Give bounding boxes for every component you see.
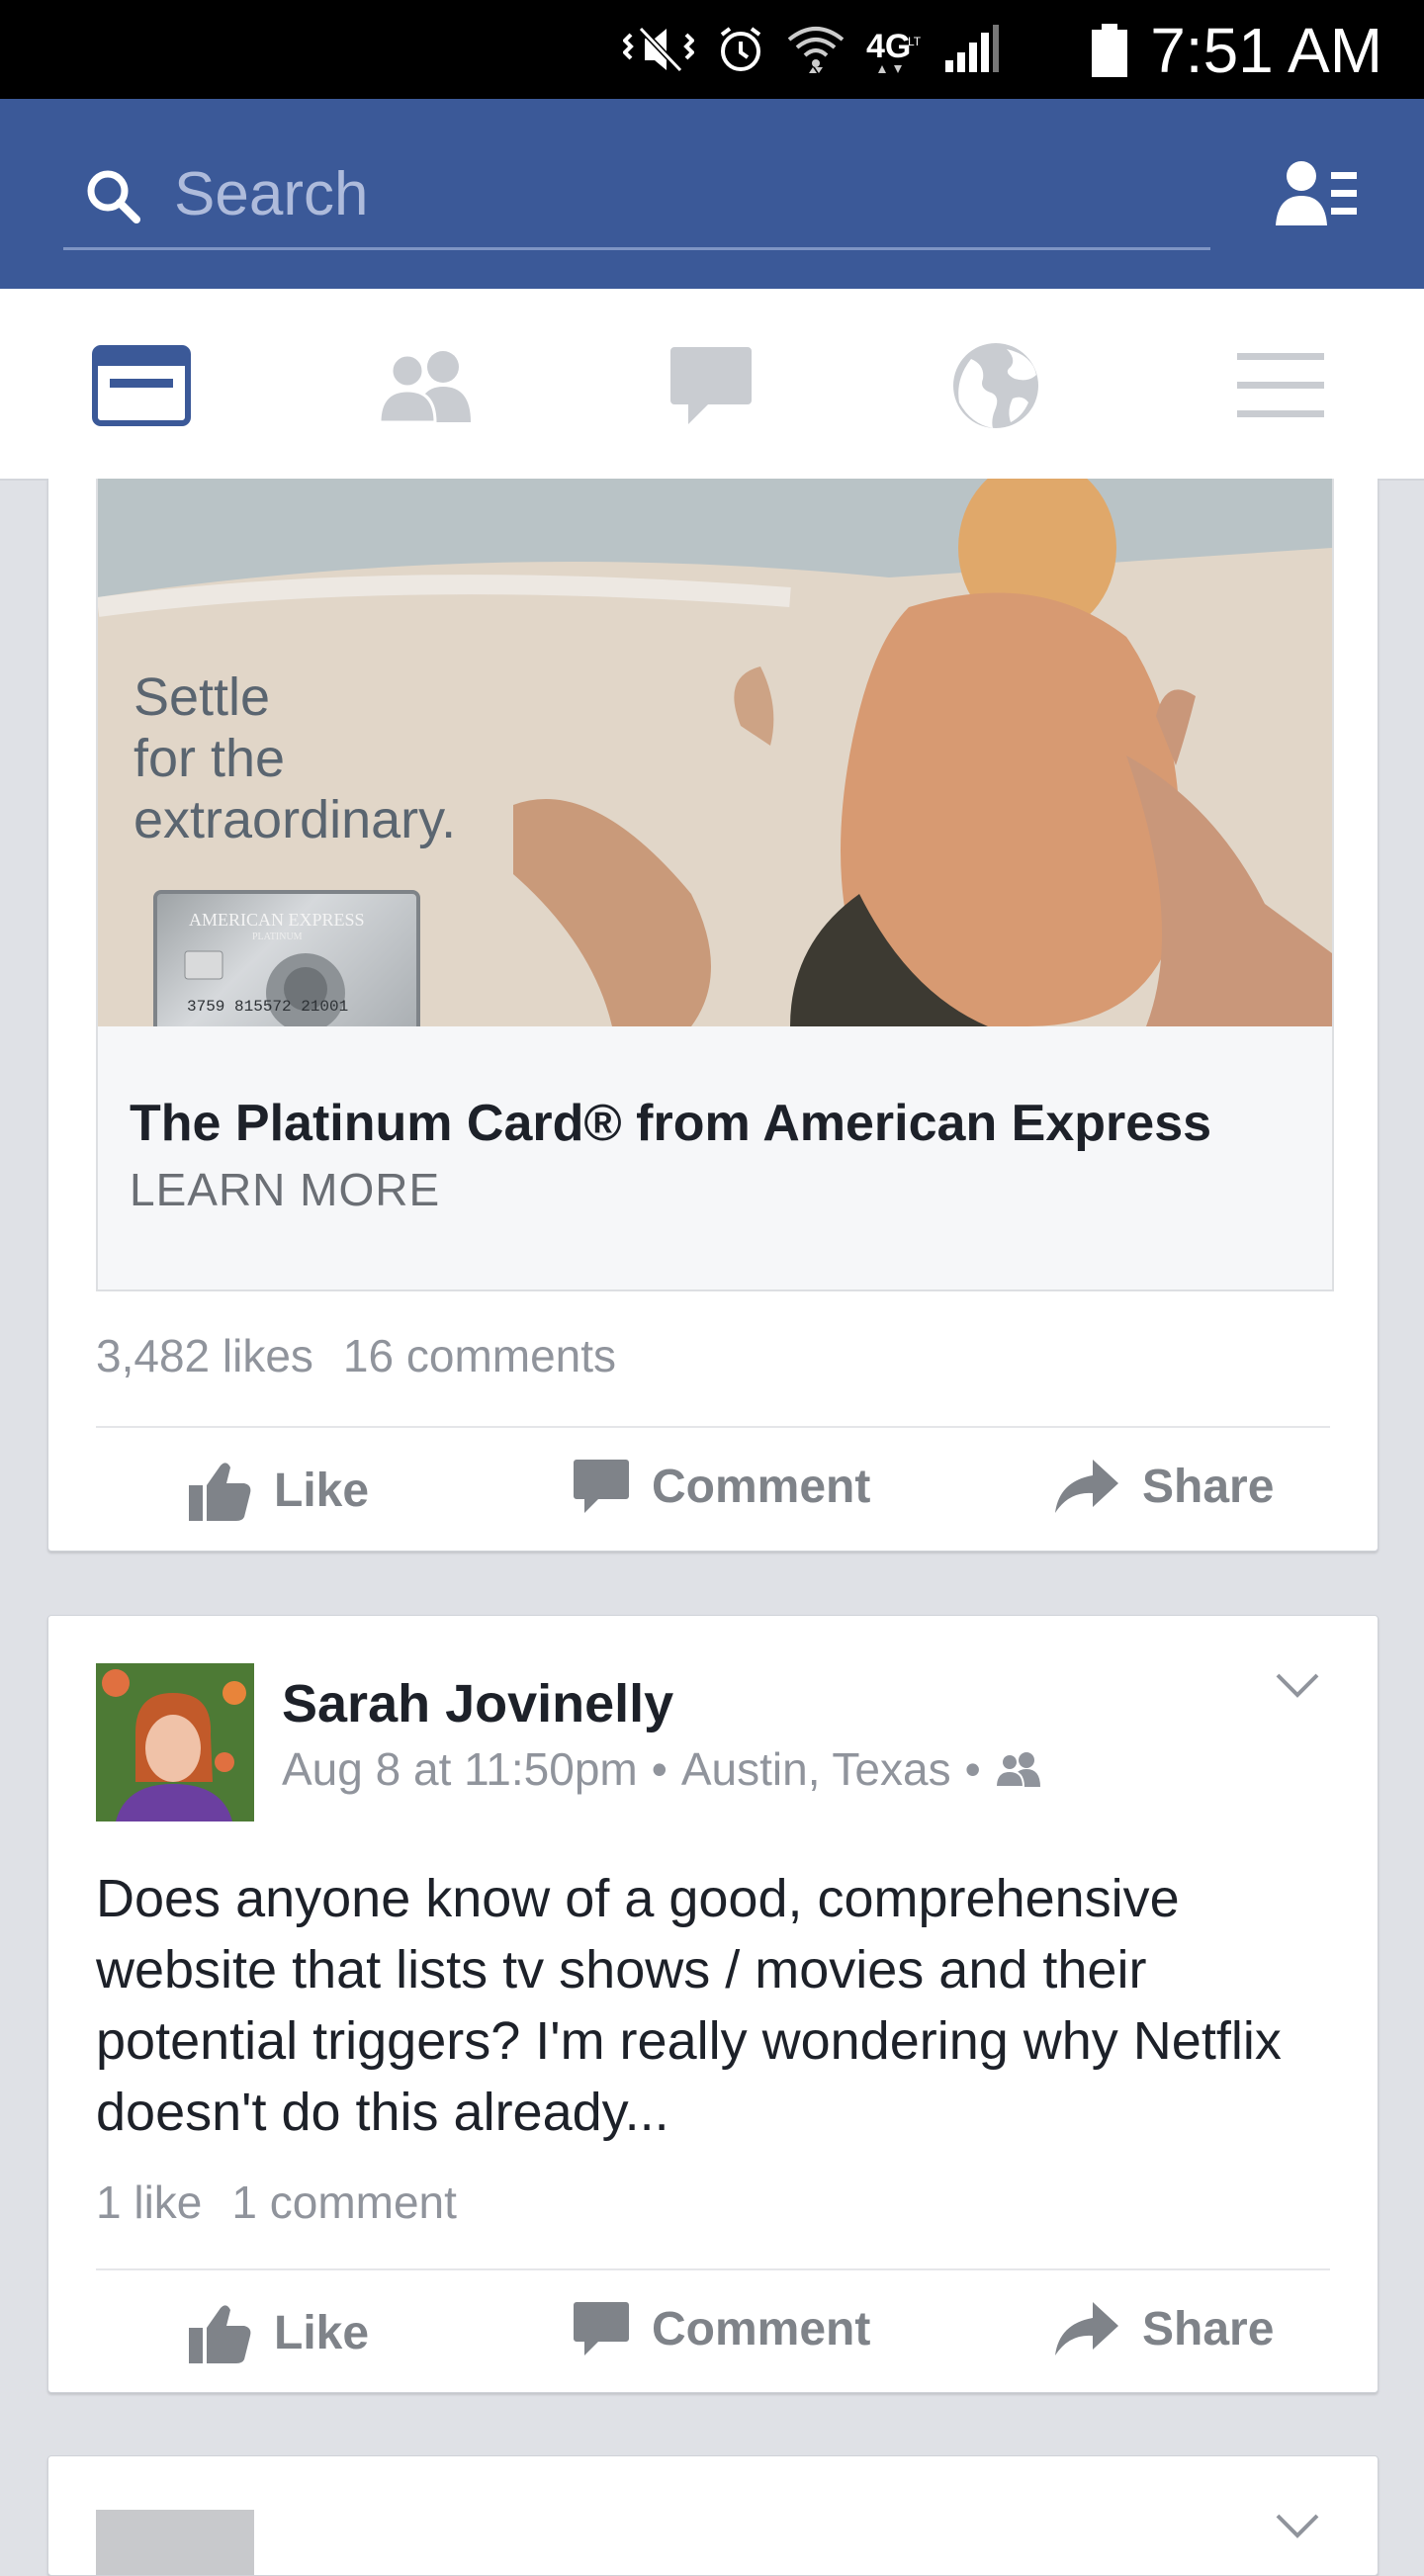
card-number: 3759 815572 21001 [187,998,348,1016]
4g-lte-icon: 4G LTE [866,28,922,73]
likes-count[interactable]: 1 like [96,2176,202,2228]
friends-audience-icon [994,1752,1040,1787]
avatar[interactable] [96,2510,254,2575]
comment-label: Comment [652,1460,871,1513]
post-meta: Aug 8 at 11:50pm • Austin, Texas • [282,1742,1042,1796]
news-feed-icon [92,345,191,426]
post-time[interactable]: Aug 8 at 11:50pm [282,1742,638,1796]
comment-button[interactable]: Comment [573,1458,870,1515]
chevron-down-icon[interactable] [1275,1671,1320,1701]
amex-platinum-card-image: AMERICAN EXPRESS PLATINUM 3759 815572 21… [153,890,420,1026]
like-label: Like [274,1464,370,1517]
share-icon [1055,1460,1118,1513]
ad-tagline: Settle for the extraordinary. [134,667,457,849]
search-header [0,99,1424,289]
message-icon [670,347,752,424]
like-label: Like [274,2306,370,2359]
tab-more[interactable] [1226,336,1335,435]
search-input[interactable] [172,158,1165,229]
comments-count[interactable]: 16 comments [343,1330,616,1381]
post-author[interactable]: Sarah Jovinelly [282,1673,673,1734]
friends-icon [378,351,471,422]
post-card-partial [47,2455,1379,2576]
thumbs-up-icon [189,2305,251,2363]
tab-messages[interactable] [657,336,765,435]
comment-icon [574,1460,629,1513]
chevron-down-icon[interactable] [1275,2512,1320,2541]
comment-label: Comment [652,2302,871,2355]
thumbs-up-icon [189,1463,251,1521]
mute-vibrate-icon [623,26,694,73]
friends-list-icon[interactable] [1276,158,1359,229]
svg-text:4G: 4G [866,28,911,65]
sponsored-post-card: Settle for the extraordinary. AMERICAN EXP… [47,479,1379,1552]
learn-more-link[interactable]: LEARN MORE [130,1163,440,1216]
tab-notifications[interactable] [941,336,1050,435]
search-icon [87,170,140,223]
card-brand: AMERICAN EXPRESS [189,910,365,930]
svg-text:LTE: LTE [908,35,922,48]
meta-separator: • [651,1743,668,1795]
post-stats: 3,482 likes 16 comments [96,1329,646,1382]
status-icons: 4G LTE [623,20,999,79]
likes-count[interactable]: 3,482 likes [96,1330,313,1381]
avatar[interactable] [96,1663,254,1821]
post-text: Does anyone know of a good, comprehensiv… [96,1869,1282,2142]
signal-icon [945,25,999,72]
avatar-photo [96,1663,254,1821]
like-button[interactable]: Like [187,1458,369,1523]
tab-bar [0,289,1424,481]
tab-news-feed[interactable] [87,336,196,435]
globe-icon [953,343,1038,428]
amex-card-artwork: AMERICAN EXPRESS PLATINUM 3759 815572 21… [184,910,365,1026]
share-button[interactable]: Share [1053,2300,1274,2357]
divider [96,2268,1330,2270]
share-label: Share [1142,2302,1275,2355]
meta-separator: • [964,1743,981,1795]
ad-link-preview[interactable]: Settle for the extraordinary. AMERICAN EXP… [96,479,1334,1291]
comments-count[interactable]: 1 comment [231,2176,457,2228]
alarm-icon [720,27,761,71]
post-stats: 1 like 1 comment [96,2176,487,2229]
like-button[interactable]: Like [187,2300,369,2365]
comment-button[interactable]: Comment [573,2300,870,2357]
post-card: Sarah Jovinelly Aug 8 at 11:50pm • Austi… [47,1615,1379,2393]
wifi-icon [787,27,845,73]
share-icon [1055,2302,1118,2355]
divider [96,1426,1330,1428]
status-time: 7:51 AM [1150,15,1382,86]
ad-title[interactable]: The Platinum Card® from American Express [130,1094,1211,1153]
share-button[interactable]: Share [1053,1458,1274,1515]
ad-image[interactable]: Settle for the extraordinary. AMERICAN EXP… [98,479,1332,1026]
tab-friend-requests[interactable] [372,336,481,435]
battery-icon [1092,24,1127,77]
search-bar[interactable] [63,148,1210,250]
post-location[interactable]: Austin, Texas [681,1742,951,1796]
menu-icon [1237,353,1324,417]
card-tier: PLATINUM [252,932,303,942]
status-bar: 4G LTE 7:51 AM [0,0,1424,99]
comment-icon [574,2302,629,2355]
share-label: Share [1142,1460,1275,1513]
